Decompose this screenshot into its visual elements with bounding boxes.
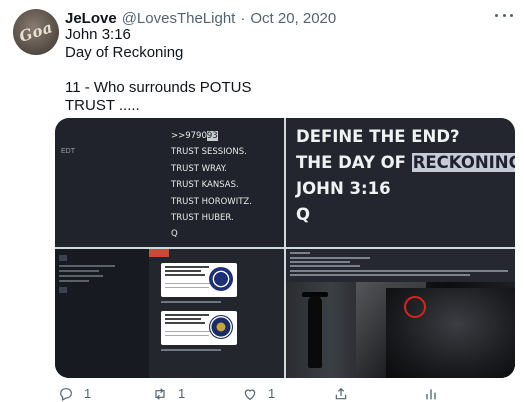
red-annotation-circle (404, 296, 426, 318)
tweet-text: John 3:16 Day of Reckoning 11 - Who surr… (65, 26, 505, 115)
retweet-count: 1 (178, 386, 186, 401)
tweet-header: JeLove @LovesTheLight · Oct 20, 2020 (65, 8, 336, 28)
reckoning-highlight: RECKONING (411, 153, 515, 172)
retweet-icon (155, 387, 165, 400)
cia-seal-icon (209, 267, 233, 291)
agency-card-state (161, 311, 237, 345)
tweet: Goa JeLove @LovesTheLight · Oct 20, 2020… (0, 0, 525, 402)
tweet-text-line: Day of Reckoning (65, 44, 184, 61)
reply-icon (60, 387, 72, 401)
post-number-highlight: 93 (206, 131, 218, 141)
post-text-block (286, 249, 515, 282)
q-post-line: Q (171, 229, 178, 240)
define-text: DEFINE THE END? THE DAY OF RECKONING IS … (296, 124, 515, 228)
define-line: JOHN 3:16 (296, 179, 391, 198)
media-grid: EDT >>979093 TRUST SESSIONS. TRUST WRAY.… (55, 118, 515, 378)
like-button[interactable]: 1 (242, 385, 275, 402)
user-handle[interactable]: @LovesTheLight (122, 10, 236, 27)
train-photo (286, 282, 515, 378)
retweet-button[interactable]: 1 (152, 385, 185, 402)
q-post-text: >>979093 TRUST SESSIONS. TRUST WRAY. TRU… (171, 128, 252, 243)
q-post-line: TRUST HOROWITZ. (171, 196, 252, 207)
media-image-define-the-end[interactable]: DEFINE THE END? THE DAY OF RECKONING IS … (286, 118, 515, 247)
heart-icon (244, 389, 256, 400)
media-image-train[interactable] (286, 249, 515, 378)
reply-button[interactable]: 1 (58, 385, 91, 402)
tweet-text-line: 11 - Who surrounds POTUS (65, 79, 252, 96)
tweet-text-line: TRUST ..... (65, 97, 140, 114)
share-button[interactable] (333, 385, 349, 402)
post-number: >>9790 (171, 131, 207, 141)
reply-count: 1 (84, 386, 92, 401)
action-bar: 1 1 1 (55, 385, 515, 402)
q-post-line: TRUST SESSIONS. (171, 147, 247, 158)
share-icon (335, 387, 347, 399)
agency-card-cia (161, 263, 237, 297)
define-line: DEFINE THE END? (296, 127, 460, 146)
tweet-text-line: John 3:16 (65, 26, 131, 43)
like-count: 1 (268, 386, 276, 401)
analytics-button[interactable] (423, 385, 439, 402)
more-options-icon[interactable] (495, 10, 513, 20)
define-line: Q (296, 205, 311, 224)
avatar[interactable]: Goa (13, 9, 59, 55)
figure-silhouette (308, 296, 322, 368)
q-post-line: TRUST KANSAS. (171, 180, 239, 191)
q-post-line: TRUST HUBER. (171, 213, 234, 224)
state-seal-icon (209, 315, 233, 339)
media-image-agencies[interactable] (55, 249, 284, 378)
define-line-prefix: THE DAY OF (296, 153, 412, 172)
agency-panel (149, 249, 284, 378)
analytics-icon (426, 388, 436, 399)
post-sidebar (55, 249, 149, 378)
display-name[interactable]: JeLove (65, 10, 117, 27)
q-post-line: TRUST WRAY. (171, 163, 227, 174)
media-image-q-post[interactable]: EDT >>979093 TRUST SESSIONS. TRUST WRAY.… (55, 118, 284, 247)
separator-dot: · (240, 9, 246, 27)
avatar-logo: Goa (17, 18, 55, 46)
edt-label: EDT (61, 148, 75, 155)
tag-badge (149, 249, 169, 257)
tweet-date[interactable]: Oct 20, 2020 (250, 10, 336, 27)
